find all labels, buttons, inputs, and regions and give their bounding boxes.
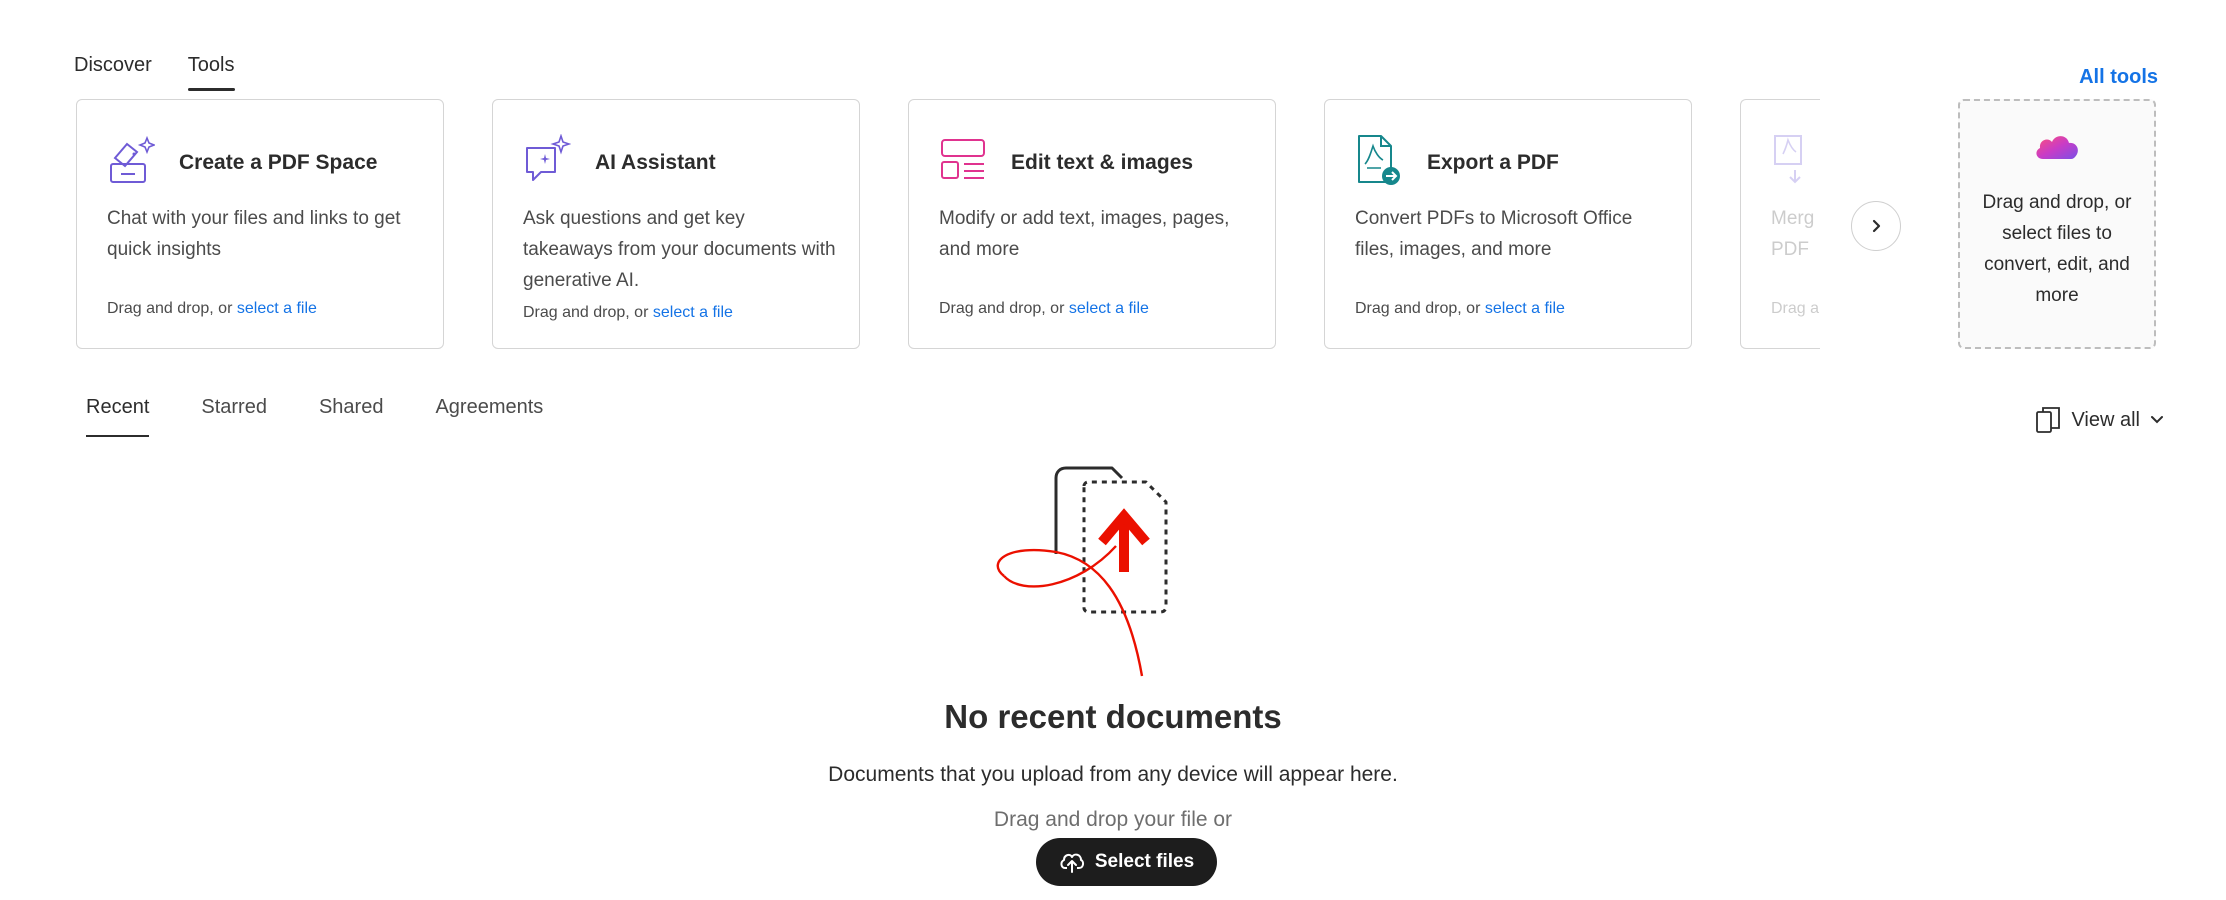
card-drop-text: Drag and drop, or select a file: [939, 300, 1149, 318]
select-file-link[interactable]: select a file: [237, 300, 317, 317]
edit-text-images-icon: [941, 139, 985, 179]
chevron-right-icon: [1872, 219, 1881, 233]
chevron-down-icon: [2151, 416, 2163, 424]
card-description: Merg PDF: [1771, 208, 1815, 260]
card-description: Convert PDFs to Microsoft Office files, …: [1355, 208, 1633, 260]
select-files-button[interactable]: Select files: [1036, 838, 1217, 886]
card-edit-text-images[interactable]: Edit text & images Modify or add text, i…: [908, 99, 1276, 349]
select-file-link[interactable]: select a file: [1485, 300, 1565, 317]
tab-discover[interactable]: Discover: [74, 54, 152, 91]
card-description: Ask questions and get key takeaways from…: [523, 208, 836, 291]
tool-cards: Create a PDF Space Chat with your files …: [76, 99, 2156, 349]
cloud-icon: [2036, 136, 2078, 159]
empty-state-title: No recent documents: [944, 698, 1282, 735]
card-create-pdf-space[interactable]: Create a PDF Space Chat with your files …: [76, 99, 444, 349]
tab-tools[interactable]: Tools: [187, 54, 235, 91]
card-title: AI Assistant: [595, 151, 716, 174]
ai-assistant-icon: [526, 134, 571, 181]
pdf-space-icon: [110, 135, 155, 183]
dropzone-text: Drag and drop, or select files to conver…: [1982, 192, 2132, 306]
card-drop-text: Drag and drop, or select a file: [1355, 300, 1565, 318]
drop-prefix: Drag and drop, or: [107, 300, 237, 317]
empty-state-subtitle: Documents that you upload from any devic…: [828, 763, 1398, 786]
card-description: Modify or add text, images, pages, and m…: [939, 208, 1230, 260]
card-title: Export a PDF: [1427, 151, 1559, 174]
card-drop-text: Drag a: [1771, 300, 1820, 317]
documents-icon: [2036, 407, 2061, 433]
card-export-pdf[interactable]: Export a PDF Convert PDFs to Microsoft O…: [1324, 99, 1692, 349]
tab-starred[interactable]: Starred: [201, 396, 267, 437]
tab-recent[interactable]: Recent: [86, 396, 150, 437]
card-title: Edit text & images: [1011, 151, 1194, 174]
select-files-label: Select files: [1094, 851, 1195, 872]
drop-prefix: Drag and drop, or: [1355, 300, 1485, 317]
tool-tabs: Discover Tools: [74, 54, 235, 91]
card-merge-pdf[interactable]: Merg PDF Drag a: [1740, 99, 1820, 349]
upload-illustration: [996, 466, 1168, 677]
document-tabs: Recent Starred Shared Agreements: [86, 396, 543, 437]
select-file-link[interactable]: select a file: [653, 304, 733, 321]
tab-shared[interactable]: Shared: [319, 396, 384, 437]
tab-agreements[interactable]: Agreements: [435, 396, 543, 437]
view-all-label: View all: [2071, 408, 2140, 431]
file-dropzone[interactable]: Drag and drop, or select files to conver…: [1958, 99, 2156, 349]
drop-prefix: Drag and drop, or: [523, 304, 653, 321]
card-ai-assistant[interactable]: AI Assistant Ask questions and get key t…: [492, 99, 860, 349]
carousel-next-button[interactable]: [1851, 201, 1901, 251]
select-file-link[interactable]: select a file: [1069, 300, 1149, 317]
drag-drop-text: Drag and drop your file or: [993, 808, 1233, 831]
card-drop-text: Drag and drop, or select a file: [523, 304, 733, 322]
export-pdf-icon: [1358, 135, 1400, 185]
merge-pdf-icon: [1774, 135, 1802, 184]
cloud-upload-icon: [1060, 853, 1084, 873]
drop-prefix: Drag and drop, or: [939, 300, 1069, 317]
carousel-fade: [1894, 99, 1954, 349]
card-drop-text: Drag and drop, or select a file: [107, 300, 317, 318]
all-tools-link[interactable]: All tools: [2079, 66, 2158, 89]
view-all-button[interactable]: View all: [2035, 406, 2164, 434]
card-title: Create a PDF Space: [179, 151, 378, 174]
card-description: Chat with your files and links to get qu…: [107, 208, 401, 260]
